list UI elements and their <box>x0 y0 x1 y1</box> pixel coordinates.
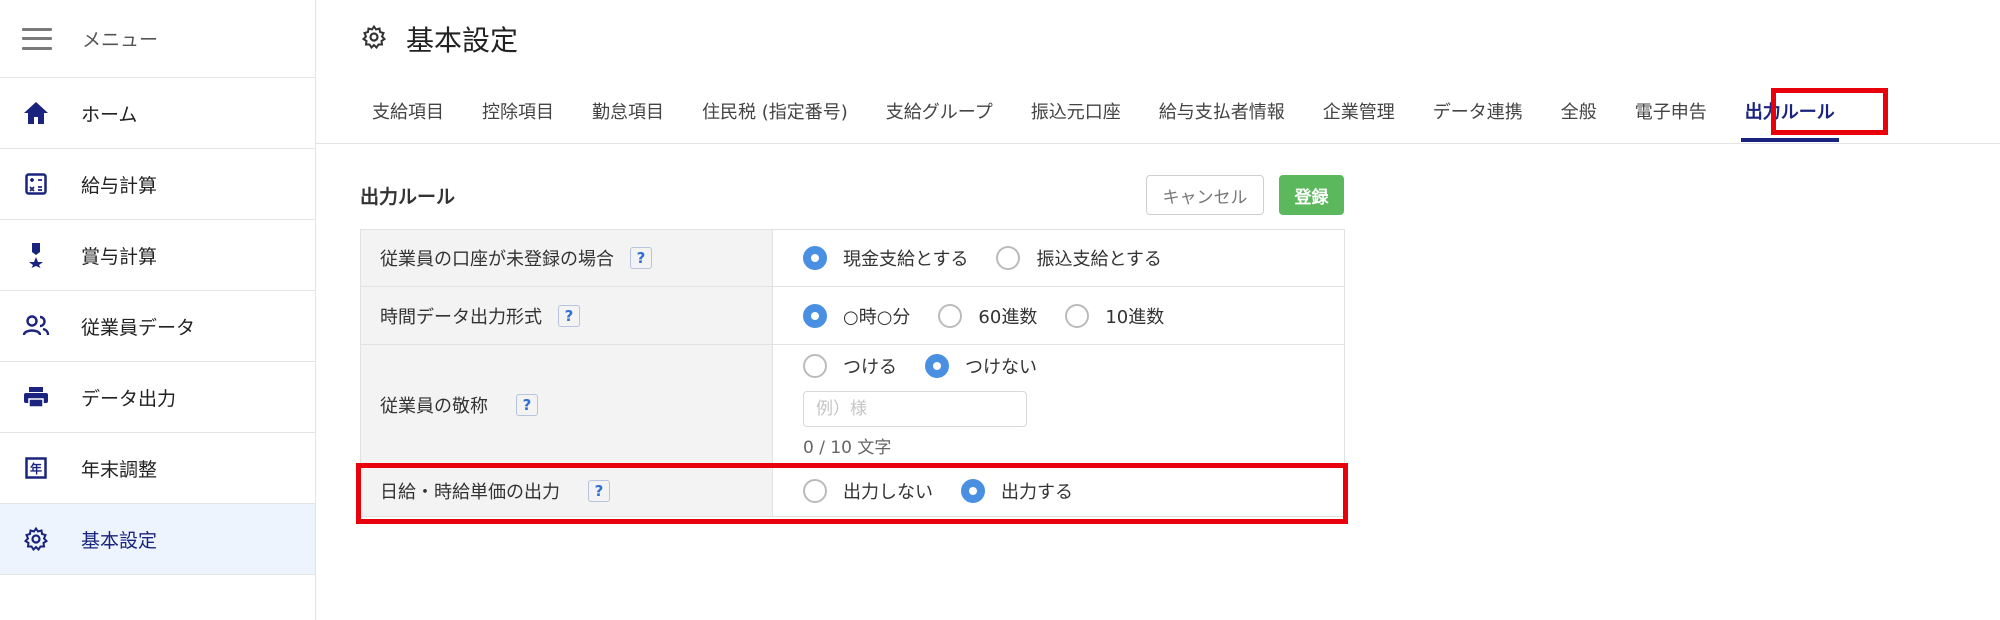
form-row-value: ○時○分 60進数 10進数 <box>773 287 1344 344</box>
page-title: 基本設定 <box>406 24 519 57</box>
radio-label: 出力しない <box>843 481 933 503</box>
sidebar-item-basic-settings[interactable]: 基本設定 <box>0 504 315 575</box>
radio-add-honorific[interactable]: つける <box>803 353 897 379</box>
tab-source-account[interactable]: 振込元口座 <box>1031 78 1121 144</box>
gear-icon <box>22 525 50 553</box>
form-row-label: 従業員の敬称 ? <box>361 345 773 464</box>
calculator-icon <box>22 170 50 198</box>
radio-label: 60進数 <box>978 306 1038 328</box>
row-label-text: 従業員の口座が未登録の場合 <box>380 249 614 270</box>
radio-label: つける <box>843 357 897 378</box>
sidebar: メニュー ホーム 給与計算 賞与計算 従業員データ データ出力 年 年末調整 基… <box>0 0 316 620</box>
page-header: 基本設定 <box>316 0 2000 78</box>
radio-circle-selected[interactable] <box>961 478 985 503</box>
radio-label: 現金支給とする <box>843 249 969 270</box>
svg-text:年: 年 <box>30 461 42 476</box>
radio-label: ○時○分 <box>843 306 911 328</box>
save-button[interactable]: 登録 <box>1279 175 1344 215</box>
radio-no-output[interactable]: 出力しない <box>803 478 933 504</box>
radio-no-honorific[interactable]: つけない <box>925 353 1037 379</box>
tab-payment-group[interactable]: 支給グループ <box>886 78 993 144</box>
tab-deduction-items[interactable]: 控除項目 <box>482 78 554 144</box>
tab-payer-info[interactable]: 給与支払者情報 <box>1159 78 1285 144</box>
form-row-time-format: 時間データ出力形式 ? ○時○分 60進数 10進数 <box>361 287 1344 345</box>
form-row-unregistered-account: 従業員の口座が未登録の場合 ? 現金支給とする 振込支給とする <box>361 230 1344 287</box>
sidebar-item-home[interactable]: ホーム <box>0 78 315 149</box>
sidebar-item-label: 年末調整 <box>81 458 158 481</box>
help-icon[interactable]: ? <box>558 304 580 327</box>
radio-circle[interactable] <box>938 303 963 328</box>
form-row-label: 日給・時給単価の出力 ? <box>361 465 773 516</box>
row-label-text: 時間データ出力形式 <box>380 306 542 328</box>
sidebar-item-label: データ出力 <box>81 387 177 410</box>
radio-circle[interactable] <box>803 354 827 378</box>
help-icon[interactable]: ? <box>588 479 610 502</box>
tab-general[interactable]: 全般 <box>1561 78 1597 144</box>
sidebar-item-payroll[interactable]: 給与計算 <box>0 149 315 220</box>
section-title: 出力ルール <box>360 186 456 208</box>
radio-label: 出力する <box>1001 481 1073 503</box>
cancel-button[interactable]: キャンセル <box>1146 175 1264 215</box>
help-icon[interactable]: ? <box>630 247 652 269</box>
form-row-label: 時間データ出力形式 ? <box>361 287 773 344</box>
honorific-radio-group: つける つけない <box>803 353 1065 379</box>
character-counter: 0 / 10 文字 <box>803 438 892 458</box>
medal-icon <box>22 241 50 269</box>
tab-payment-items[interactable]: 支給項目 <box>372 78 444 144</box>
tab-output-rules[interactable]: 出力ルール <box>1740 78 1839 144</box>
radio-output[interactable]: 出力する <box>961 478 1073 504</box>
printer-icon <box>22 383 50 411</box>
row-label-text: 日給・時給単価の出力 <box>380 481 560 503</box>
row-label-text: 従業員の敬称 <box>380 395 488 417</box>
sidebar-item-label: 賞与計算 <box>81 245 158 268</box>
radio-circle[interactable] <box>996 246 1021 270</box>
help-icon[interactable]: ? <box>516 393 538 416</box>
radio-circle[interactable] <box>1065 303 1090 328</box>
tab-attendance-items[interactable]: 勤怠項目 <box>592 78 664 144</box>
radio-label: つけない <box>965 357 1037 378</box>
radio-circle-selected[interactable] <box>803 303 827 328</box>
form-row-value: つける つけない 0 / 10 文字 <box>773 345 1344 464</box>
radio-transfer-payment[interactable]: 振込支給とする <box>996 245 1162 271</box>
radio-label: 振込支給とする <box>1036 249 1162 270</box>
form-row-value: 現金支給とする 振込支給とする <box>773 230 1344 286</box>
sidebar-item-data-export[interactable]: データ出力 <box>0 362 315 433</box>
radio-hours-minutes[interactable]: ○時○分 <box>803 303 910 329</box>
hamburger-menu-icon[interactable] <box>22 27 52 50</box>
radio-circle-selected[interactable] <box>803 246 827 270</box>
sidebar-item-label: ホーム <box>81 103 138 126</box>
honorific-input[interactable] <box>803 391 1027 427</box>
settings-tabs: 支給項目 控除項目 勤怠項目 住民税 (指定番号) 支給グループ 振込元口座 給… <box>316 78 2000 144</box>
home-icon <box>22 99 50 127</box>
radio-decimal[interactable]: 10進数 <box>1065 303 1164 329</box>
sidebar-item-year-end[interactable]: 年 年末調整 <box>0 433 315 504</box>
output-rules-form: 従業員の口座が未登録の場合 ? 現金支給とする 振込支給とする 時間データ出力形… <box>360 229 1345 517</box>
radio-circle-selected[interactable] <box>925 354 949 378</box>
menu-header[interactable]: メニュー <box>0 0 315 78</box>
radio-cash-payment[interactable]: 現金支給とする <box>803 245 968 271</box>
sidebar-item-bonus[interactable]: 賞与計算 <box>0 220 315 291</box>
people-icon <box>22 312 50 340</box>
tab-company-management[interactable]: 企業管理 <box>1323 78 1395 144</box>
tab-data-integration[interactable]: データ連携 <box>1433 78 1523 144</box>
sidebar-item-label: 給与計算 <box>81 174 158 197</box>
radio-label: 10進数 <box>1105 306 1165 328</box>
tab-resident-tax[interactable]: 住民税 (指定番号) <box>702 78 848 144</box>
form-row-label: 従業員の口座が未登録の場合 ? <box>361 230 773 286</box>
radio-sexagesimal[interactable]: 60進数 <box>938 303 1037 329</box>
year-end-icon: 年 <box>22 454 50 482</box>
tab-e-filing[interactable]: 電子申告 <box>1635 78 1707 144</box>
sidebar-item-label: 従業員データ <box>81 316 196 339</box>
sidebar-item-employees[interactable]: 従業員データ <box>0 291 315 362</box>
form-row-unit-price-output: 日給・時給単価の出力 ? 出力しない 出力する <box>361 465 1344 516</box>
menu-label: メニュー <box>82 29 159 51</box>
gear-icon <box>361 24 387 53</box>
form-row-honorific: 従業員の敬称 ? つける つけない 0 / 10 文字 <box>361 345 1344 465</box>
radio-circle[interactable] <box>803 478 827 503</box>
sidebar-item-label: 基本設定 <box>81 529 158 552</box>
form-row-value: 出力しない 出力する <box>773 465 1344 516</box>
